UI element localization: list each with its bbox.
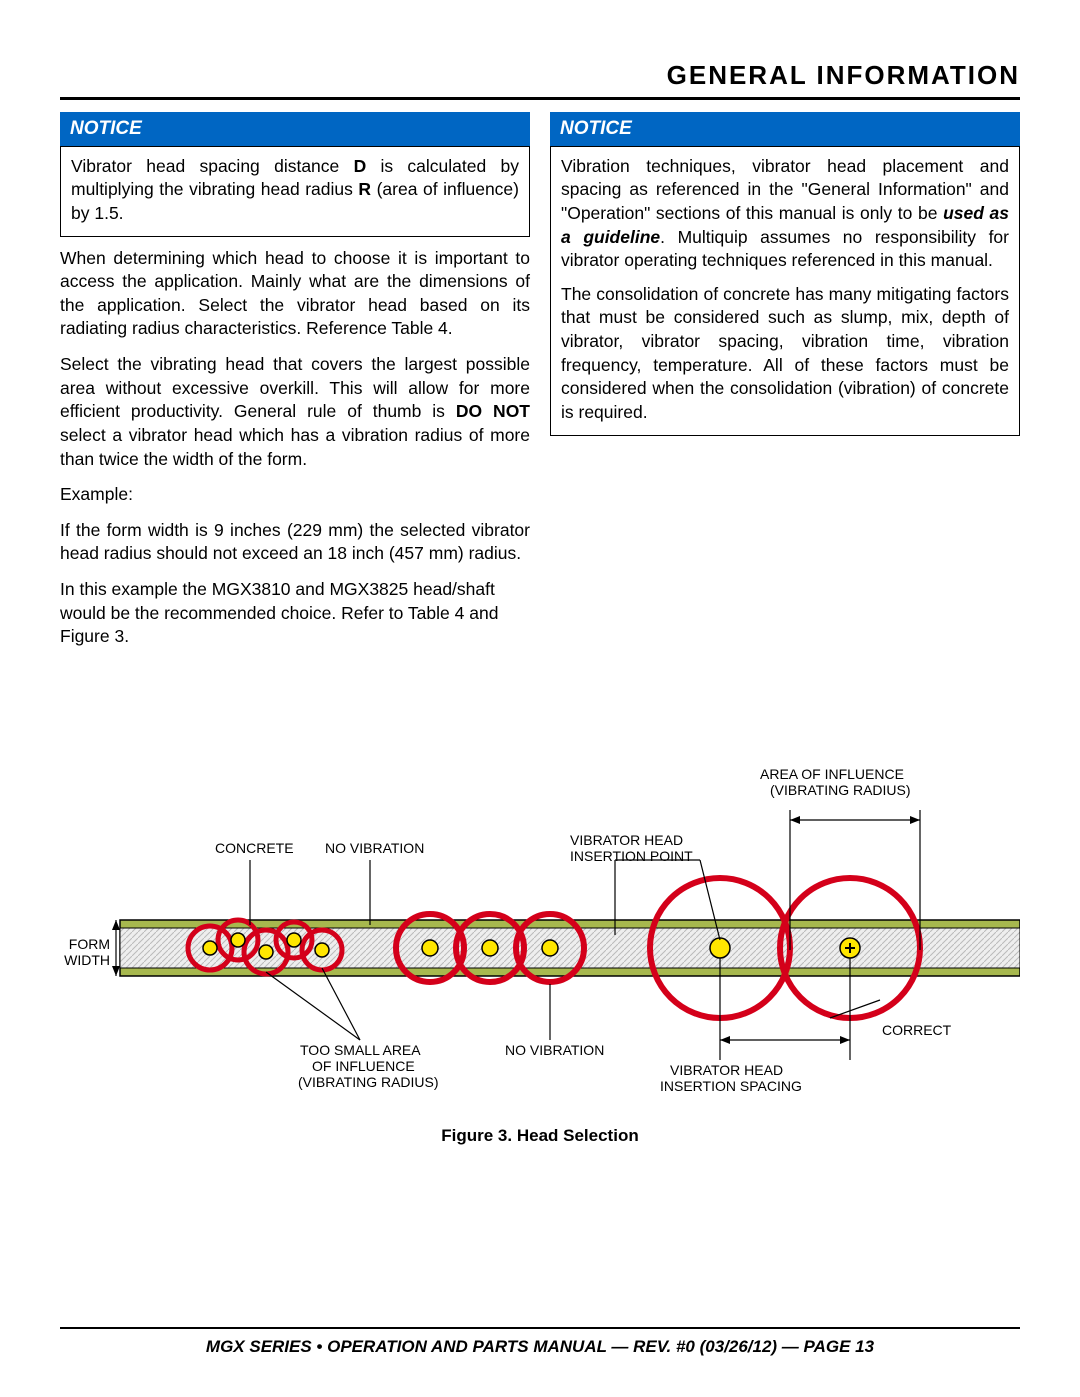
footer-rule	[60, 1327, 1020, 1329]
diagram-head-selection: CONCRETE NO VIBRATION VIBRATOR HEAD INSE…	[60, 740, 1020, 1120]
text: select a vibrator head which has a vibra…	[60, 425, 530, 469]
figure-caption: Figure 3. Head Selection	[60, 1126, 1020, 1146]
notice-header-left: NOTICE	[60, 112, 530, 146]
two-column-layout: NOTICE Vibrator head spacing distance D …	[60, 112, 1020, 661]
letter-r: R	[358, 179, 371, 199]
notice-text: Vibrator head spacing distance	[71, 156, 354, 176]
paragraph: In this example the MGX3810 and MGX3825 …	[60, 578, 530, 649]
label-vibrator-head-l2: INSERTION POINT	[570, 848, 693, 864]
label-correct: CORRECT	[882, 1022, 951, 1038]
label-spacing-l2: INSERTION SPACING	[660, 1078, 802, 1094]
figure-3: CONCRETE NO VIBRATION VIBRATOR HEAD INSE…	[60, 740, 1020, 1146]
label-concrete: CONCRETE	[215, 840, 294, 856]
notice-header-right: NOTICE	[550, 112, 1020, 146]
paragraph: Select the vibrating head that covers th…	[60, 353, 530, 471]
label-form-width-l2: WIDTH	[60, 952, 110, 968]
label-no-vibration-top: NO VIBRATION	[325, 840, 424, 856]
label-too-small-l3: (VIBRATING RADIUS)	[298, 1074, 439, 1090]
notice-box-left: Vibrator head spacing distance D is calc…	[60, 146, 530, 237]
notice-paragraph: Vibration techniques, vibrator head plac…	[561, 155, 1009, 273]
section-title: General Information	[60, 60, 1020, 91]
example-label: Example:	[60, 483, 530, 507]
label-form-width-l1: FORM	[60, 936, 110, 952]
right-column: NOTICE Vibration techniques, vibrator he…	[550, 112, 1020, 661]
letter-d: D	[354, 156, 367, 176]
paragraph: When determining which head to choose it…	[60, 247, 530, 342]
notice-box-right: Vibration techniques, vibrator head plac…	[550, 146, 1020, 436]
label-no-vibration-bottom: NO VIBRATION	[505, 1042, 604, 1058]
paragraph: If the form width is 9 inches (229 mm) t…	[60, 519, 530, 566]
notice-paragraph: The consolidation of concrete has many m…	[561, 283, 1009, 425]
left-column: NOTICE Vibrator head spacing distance D …	[60, 112, 530, 661]
label-too-small-l1: TOO SMALL AREA	[300, 1042, 421, 1058]
page-footer: MGX SERIES • OPERATION AND PARTS MANUAL …	[60, 1327, 1020, 1357]
label-spacing-l1: VIBRATOR HEAD	[670, 1062, 783, 1078]
do-not-bold: DO NOT	[456, 401, 530, 421]
title-rule	[60, 97, 1020, 100]
text: Vibration techniques, vibrator head plac…	[561, 156, 1009, 223]
label-vibrator-head-l1: VIBRATOR HEAD	[570, 832, 683, 848]
footer-text: MGX SERIES • OPERATION AND PARTS MANUAL …	[60, 1337, 1020, 1357]
label-too-small-l2: OF INFLUENCE	[312, 1058, 415, 1074]
label-area-influence-l1: AREA OF INFLUENCE	[760, 766, 904, 782]
label-area-influence-l2: (VIBRATING RADIUS)	[770, 782, 911, 798]
